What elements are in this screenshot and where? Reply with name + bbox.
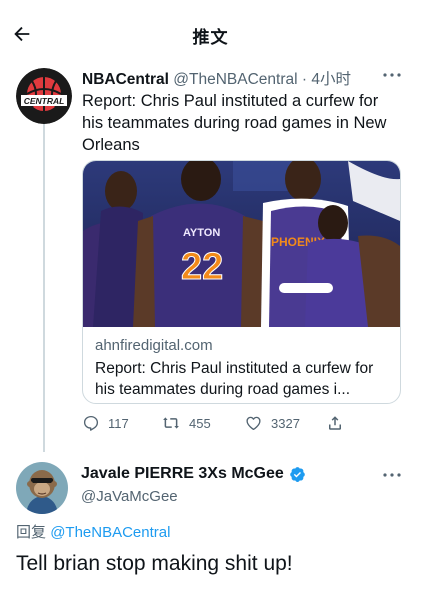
retweet-icon xyxy=(163,417,179,429)
svg-text:AYTON: AYTON xyxy=(183,227,220,239)
svg-text:CENTRAL: CENTRAL xyxy=(24,96,65,106)
retweet-button[interactable]: 455 xyxy=(161,412,211,434)
heart-icon xyxy=(246,416,261,431)
like-count: 3327 xyxy=(271,415,300,431)
tweet-action-bar: 117 455 3327 xyxy=(82,412,402,434)
mcgee-avatar[interactable] xyxy=(16,462,68,514)
card-image: AYTON 22 PHOENIX xyxy=(83,161,400,327)
thread-connector-line xyxy=(43,124,45,452)
reply-icon xyxy=(83,415,99,431)
replying-to-mention[interactable]: @TheNBACentral xyxy=(50,524,170,541)
reply-author-name-row: Javale PIERRE 3Xs McGee xyxy=(81,465,306,483)
tweet-header: NBACentral @TheNBACentral · 4小时 xyxy=(82,67,351,89)
reply-tweet-text: Tell brian stop making shit up! xyxy=(16,552,293,575)
replying-to-line: 回复 @TheNBACentral xyxy=(16,521,170,542)
reply-author-name[interactable]: Javale PIERRE 3Xs McGee xyxy=(81,465,284,483)
svg-text:22: 22 xyxy=(181,246,223,288)
reply-more-options-button[interactable] xyxy=(381,468,403,482)
page-title: 推文 xyxy=(192,28,229,47)
link-preview-card[interactable]: AYTON 22 PHOENIX ahnfiredigital.com Repo… xyxy=(82,160,401,404)
reply-count: 117 xyxy=(108,415,129,431)
verified-badge-icon xyxy=(289,466,306,483)
share-icon xyxy=(329,416,341,430)
nbacentral-avatar[interactable]: CENTRAL xyxy=(16,68,72,124)
card-domain: ahnfiredigital.com xyxy=(95,337,213,354)
more-options-button[interactable] xyxy=(381,68,403,82)
author-handle[interactable]: @TheNBACentral xyxy=(173,71,297,88)
reply-button[interactable]: 117 xyxy=(82,412,129,434)
share-button[interactable] xyxy=(326,412,344,434)
like-button[interactable]: 3327 xyxy=(244,412,300,434)
top-bar: 推文 xyxy=(0,0,421,64)
nbacentral-logo-icon: CENTRAL xyxy=(16,68,72,124)
ape-avatar-icon xyxy=(16,462,68,514)
retweet-count: 455 xyxy=(189,415,211,431)
author-name[interactable]: NBACentral xyxy=(82,71,169,88)
meta-separator: · xyxy=(301,71,308,88)
tweet-text: Report: Chris Paul instituted a curfew f… xyxy=(82,92,387,154)
more-dots-icon xyxy=(383,73,401,77)
more-dots-icon xyxy=(383,473,401,477)
replying-to-label: 回复 xyxy=(16,524,47,541)
tweet-time[interactable]: 4小时 xyxy=(311,71,351,88)
card-title: Report: Chris Paul instituted a curfew f… xyxy=(95,360,374,398)
reply-author-handle[interactable]: @JaVaMcGee xyxy=(81,488,178,505)
